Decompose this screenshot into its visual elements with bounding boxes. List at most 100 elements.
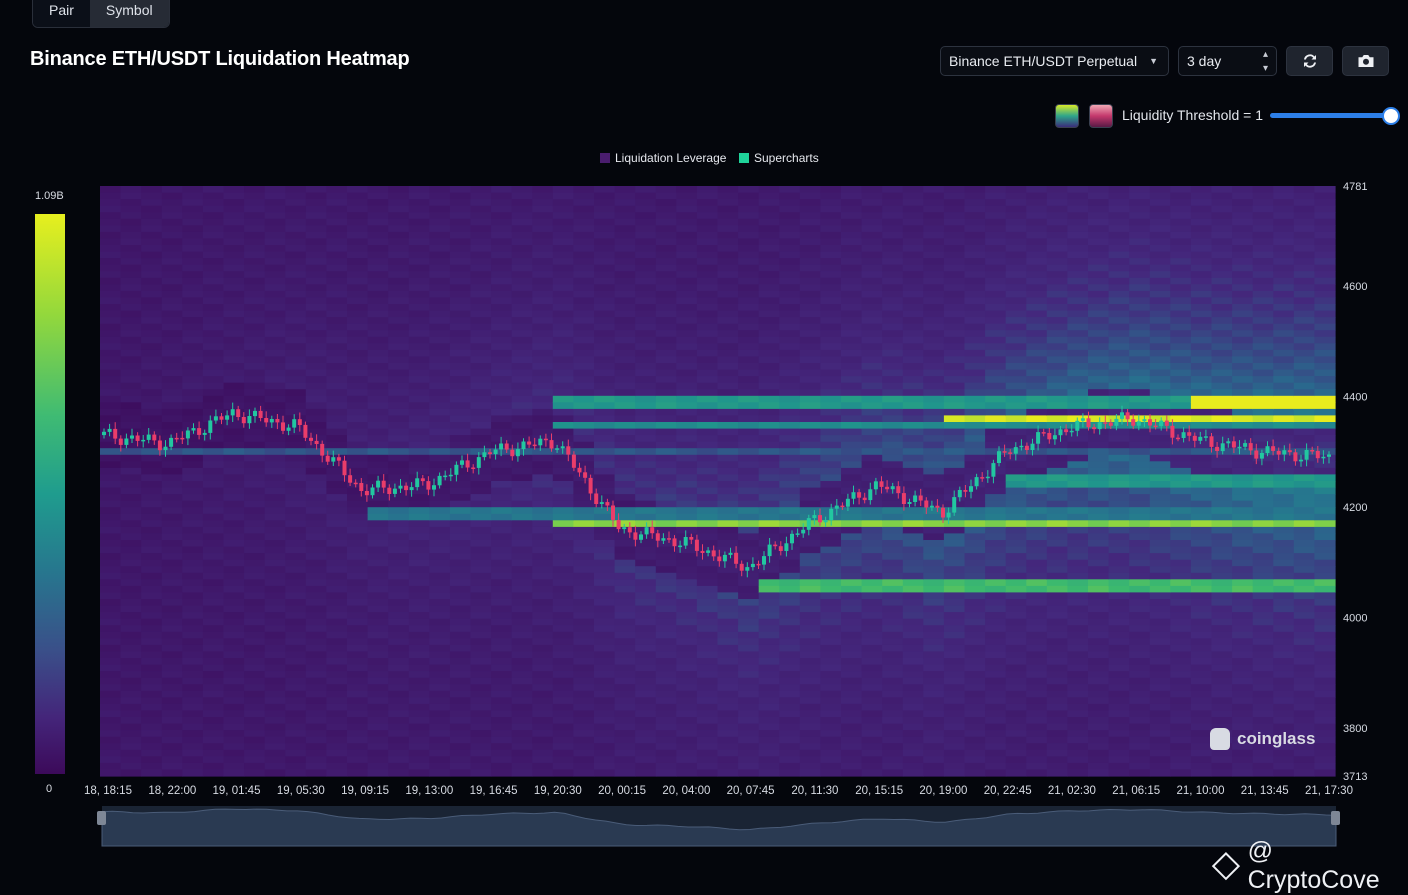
- heatmap-cell: [655, 323, 677, 331]
- heatmap-cell: [491, 330, 513, 338]
- heatmap-cell: [161, 212, 183, 220]
- heatmap-cell: [285, 612, 307, 620]
- heatmap-cell: [902, 415, 924, 423]
- heatmap-cell: [347, 684, 369, 692]
- heatmap-cell: [182, 644, 204, 653]
- heatmap-cell: [882, 631, 904, 639]
- heatmap-cell: [511, 559, 533, 567]
- heatmap-cell: [491, 546, 513, 554]
- heatmap-cell: [861, 231, 883, 240]
- heatmap-cell: [552, 651, 574, 659]
- heatmap-cell: [1005, 526, 1027, 535]
- heatmap-cell: [676, 205, 698, 213]
- heatmap-cell: [326, 658, 348, 666]
- heatmap-cell: [820, 566, 842, 574]
- heatmap-cell: [1088, 638, 1110, 646]
- heatmap-cell: [552, 461, 574, 469]
- heatmap-cell: [635, 762, 657, 771]
- heatmap-cell: [120, 618, 142, 626]
- heatmap-cell: [1129, 572, 1151, 580]
- heatmap-cell: [861, 723, 883, 731]
- heatmap-cell: [1190, 271, 1213, 279]
- heatmap-cell: [882, 651, 904, 659]
- heatmap-cell: [738, 389, 760, 397]
- heatmap-cell: [841, 284, 863, 292]
- heatmap-cell: [491, 467, 513, 476]
- heatmap-cell: [676, 428, 698, 436]
- heatmap-cell: [223, 756, 245, 764]
- heatmap-cell: [882, 658, 904, 666]
- heatmap-cell: [1005, 513, 1027, 521]
- heatmap-cell: [799, 245, 821, 253]
- heatmap-cell: [985, 618, 1007, 626]
- heatmap-cell: [367, 572, 389, 580]
- heatmap-cell: [223, 494, 245, 502]
- heatmap-cell: [100, 330, 122, 338]
- heatmap-cell: [964, 297, 986, 305]
- heatmap-chart[interactable]: 478146004400420040003800371318, 18:15 18,…: [0, 0, 1408, 878]
- heatmap-cell: [367, 553, 389, 561]
- heatmap-cell: [408, 710, 430, 718]
- heatmap-cell: [1026, 500, 1048, 508]
- heatmap-cell: [470, 717, 492, 725]
- heatmap-cell: [779, 467, 801, 476]
- heatmap-cell: [388, 343, 410, 351]
- heatmap-cell: [285, 356, 307, 364]
- heatmap-cell: [1026, 592, 1048, 600]
- heatmap-cell: [367, 513, 389, 521]
- heatmap-cell: [1046, 454, 1068, 462]
- heatmap-cell: [141, 494, 163, 502]
- heatmap-cell: [367, 631, 389, 639]
- heatmap-cell: [511, 264, 533, 272]
- heatmap-cell: [841, 697, 863, 705]
- heatmap-cell: [696, 330, 719, 338]
- heatmap-cell: [635, 612, 657, 620]
- heatmap-cell: [429, 664, 451, 672]
- heatmap-cell: [552, 251, 574, 259]
- heatmap-cell: [388, 592, 410, 600]
- heatmap-cell: [1046, 585, 1068, 594]
- heatmap-cell: [1108, 664, 1130, 672]
- heatmap-cell: [655, 625, 677, 633]
- heatmap-cell: [820, 245, 842, 253]
- heatmap-cell: [573, 297, 595, 305]
- heatmap-cell: [408, 428, 430, 436]
- heatmap-cell: [923, 664, 945, 672]
- heatmap-cell: [1026, 487, 1048, 495]
- heatmap-cell: [841, 533, 863, 541]
- heatmap-cell: [449, 330, 472, 338]
- heatmap-cell: [1129, 769, 1151, 777]
- heatmap-cell: [244, 585, 266, 594]
- heatmap-cell: [717, 317, 739, 325]
- heatmap-cell: [1067, 461, 1089, 469]
- heatmap-cell: [408, 389, 430, 397]
- heatmap-cell: [820, 336, 842, 344]
- heatmap-cell: [347, 343, 369, 351]
- heatmap-cell: [326, 526, 348, 535]
- heatmap-cell: [841, 363, 863, 371]
- heatmap-cell: [594, 474, 616, 482]
- heatmap-cell: [861, 599, 883, 607]
- heatmap-cell: [676, 703, 698, 712]
- heatmap-cell: [696, 717, 719, 725]
- heatmap-cell: [388, 277, 410, 285]
- heatmap-cell: [779, 402, 801, 410]
- heatmap-cell: [1005, 330, 1027, 338]
- heatmap-cell: [923, 697, 945, 705]
- heatmap-cell: [1190, 231, 1213, 240]
- heatmap-cell: [696, 723, 719, 731]
- heatmap-cell: [861, 631, 883, 639]
- heatmap-cell: [902, 310, 924, 318]
- heatmap-cell: [120, 317, 142, 325]
- heatmap-cell: [347, 402, 369, 410]
- heatmap-cell: [120, 304, 142, 312]
- heatmap-cell: [532, 658, 554, 666]
- heatmap-cell: [244, 186, 266, 194]
- heatmap-cell: [964, 251, 986, 259]
- heatmap-cell: [1129, 277, 1151, 285]
- heatmap-cell: [511, 369, 533, 377]
- heatmap-cell: [676, 330, 698, 338]
- heatmap-cell: [964, 435, 986, 443]
- heatmap-cell: [388, 467, 410, 476]
- heatmap-cell: [943, 769, 966, 777]
